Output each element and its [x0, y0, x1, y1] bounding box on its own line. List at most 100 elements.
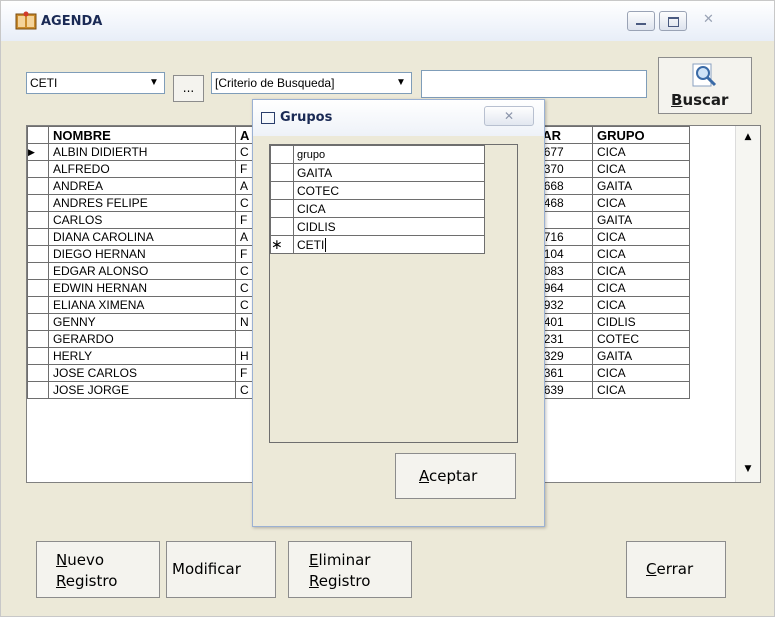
search-button-label-hotkey: B	[671, 91, 683, 109]
grid-scrollbar[interactable]: ▲ ▼	[735, 126, 760, 482]
cell-nombre[interactable]: JOSE CARLOS	[48, 364, 236, 382]
criteria-combo-value: [Criterio de Busqueda]	[215, 76, 335, 90]
row-selector[interactable]	[27, 211, 49, 229]
cell-grupo[interactable]: GAITA	[592, 211, 690, 229]
list-item[interactable]: COTEC	[270, 181, 485, 200]
row-selector[interactable]	[270, 163, 294, 182]
cell-grupo[interactable]: COTEC	[592, 330, 690, 348]
minimize-button[interactable]	[627, 11, 655, 31]
agenda-app-icon	[15, 11, 37, 30]
nuevo-line1: uevo	[67, 551, 105, 569]
cell-grupo[interactable]: GAITA	[293, 163, 485, 182]
agenda-window: AGENDA ✕ CETI ▼ ... [Criterio de Busqued…	[0, 0, 775, 617]
cell-nombre[interactable]: GENNY	[48, 313, 236, 331]
title-bar[interactable]: AGENDA ✕	[1, 1, 774, 41]
aceptar-label-rest: ceptar	[429, 467, 478, 485]
row-selector[interactable]	[27, 194, 49, 212]
cell-grupo[interactable]: CICA	[592, 245, 690, 263]
eliminar-line2: egistro	[318, 572, 371, 590]
cell-nombre[interactable]: ALFREDO	[48, 160, 236, 178]
chevron-down-icon[interactable]: ▼	[393, 75, 409, 91]
cell-nombre[interactable]: EDWIN HERNAN	[48, 279, 236, 297]
criteria-combo[interactable]: [Criterio de Busqueda] ▼	[211, 72, 412, 94]
close-window-button[interactable]: ✕	[691, 11, 727, 31]
cell-grupo[interactable]: CICA	[592, 381, 690, 399]
cell-grupo[interactable]: CICA	[592, 160, 690, 178]
row-selector[interactable]	[27, 330, 49, 348]
aceptar-button[interactable]: Aceptar	[395, 453, 516, 499]
maximize-button[interactable]	[659, 11, 687, 31]
cell-nombre[interactable]: ALBIN DIDIERTH	[48, 143, 236, 161]
nuevo-hotkey: N	[56, 551, 68, 569]
row-selector[interactable]	[270, 199, 294, 218]
row-selector[interactable]	[27, 228, 49, 246]
row-selector[interactable]	[27, 262, 49, 280]
search-input[interactable]	[421, 70, 647, 98]
column-header-nombre[interactable]: NOMBRE	[48, 126, 236, 144]
cell-nombre[interactable]: HERLY	[48, 347, 236, 365]
row-selector[interactable]	[27, 381, 49, 399]
cell-nombre[interactable]: CARLOS	[48, 211, 236, 229]
cell-nombre[interactable]: ANDRES FELIPE	[48, 194, 236, 212]
cell-grupo[interactable]: COTEC	[293, 181, 485, 200]
cerrar-label-rest: errar	[656, 560, 694, 578]
cell-nombre[interactable]: EDGAR ALONSO	[48, 262, 236, 280]
grupos-dialog-title: Grupos	[280, 110, 333, 125]
grupos-dialog-close-button[interactable]: ✕	[484, 106, 534, 126]
cell-grupo[interactable]: CIDLIS	[293, 217, 485, 236]
cell-grupo[interactable]: GAITA	[592, 177, 690, 195]
grupos-dialog-title-bar[interactable]: Grupos ✕	[253, 100, 544, 136]
current-row-pointer-icon[interactable]: ▶	[27, 143, 49, 161]
new-group-value: CETI	[297, 237, 325, 252]
cerrar-button[interactable]: Cerrar	[626, 541, 726, 598]
chevron-down-icon[interactable]: ▼	[146, 75, 162, 91]
row-selector[interactable]	[27, 177, 49, 195]
cell-grupo[interactable]: CICA	[592, 262, 690, 280]
cell-grupo[interactable]: CICA	[293, 199, 485, 218]
search-button[interactable]: Buscar	[658, 57, 752, 114]
close-icon: ✕	[503, 109, 515, 123]
cell-nombre[interactable]: ELIANA XIMENA	[48, 296, 236, 314]
row-selector[interactable]	[27, 245, 49, 263]
cell-grupo[interactable]: CICA	[592, 194, 690, 212]
cell-grupo[interactable]: CICA	[592, 279, 690, 297]
row-selector[interactable]	[27, 347, 49, 365]
new-group-input[interactable]: CETI	[293, 235, 485, 254]
cell-grupo[interactable]: GAITA	[592, 347, 690, 365]
list-item[interactable]: GAITA	[270, 163, 485, 182]
row-selector[interactable]	[27, 313, 49, 331]
scroll-down-icon[interactable]: ▼	[736, 458, 760, 480]
row-selector[interactable]	[270, 181, 294, 200]
cell-nombre[interactable]: DIANA CAROLINA	[48, 228, 236, 246]
row-selector[interactable]	[270, 217, 294, 236]
cell-grupo[interactable]: CICA	[592, 296, 690, 314]
ellipsis-button[interactable]: ...	[173, 75, 204, 102]
minimize-icon	[636, 23, 646, 25]
nuevo-registro-button[interactable]: Nuevo Registro	[36, 541, 160, 598]
group-combo[interactable]: CETI ▼	[26, 72, 165, 94]
row-selector[interactable]	[27, 279, 49, 297]
list-item[interactable]: CIDLIS	[270, 217, 485, 236]
cell-grupo[interactable]: CIDLIS	[592, 313, 690, 331]
cell-grupo[interactable]: CICA	[592, 228, 690, 246]
row-selector[interactable]	[27, 296, 49, 314]
groups-grid[interactable]: grupo GAITA COTEC CICA CIDLIS ∗ CETI	[269, 144, 518, 443]
row-selector[interactable]	[27, 364, 49, 382]
cell-nombre[interactable]: JOSE JORGE	[48, 381, 236, 399]
modificar-button[interactable]: Modificar	[166, 541, 276, 598]
new-row[interactable]: ∗ CETI	[270, 235, 485, 254]
list-item[interactable]: CICA	[270, 199, 485, 218]
cell-grupo[interactable]: CICA	[592, 364, 690, 382]
window-title: AGENDA	[41, 14, 103, 29]
row-selector-header	[270, 145, 294, 164]
column-header-grupo[interactable]: grupo	[293, 145, 485, 164]
eliminar-registro-button[interactable]: Eliminar Registro	[288, 541, 412, 598]
cell-nombre[interactable]: ANDREA	[48, 177, 236, 195]
row-selector[interactable]	[27, 160, 49, 178]
cell-grupo[interactable]: CICA	[592, 143, 690, 161]
cell-nombre[interactable]: DIEGO HERNAN	[48, 245, 236, 263]
scroll-up-icon[interactable]: ▲	[736, 126, 760, 148]
cell-nombre[interactable]: GERARDO	[48, 330, 236, 348]
eliminar-line1: liminar	[318, 551, 371, 569]
column-header-grupo[interactable]: GRUPO	[592, 126, 690, 144]
